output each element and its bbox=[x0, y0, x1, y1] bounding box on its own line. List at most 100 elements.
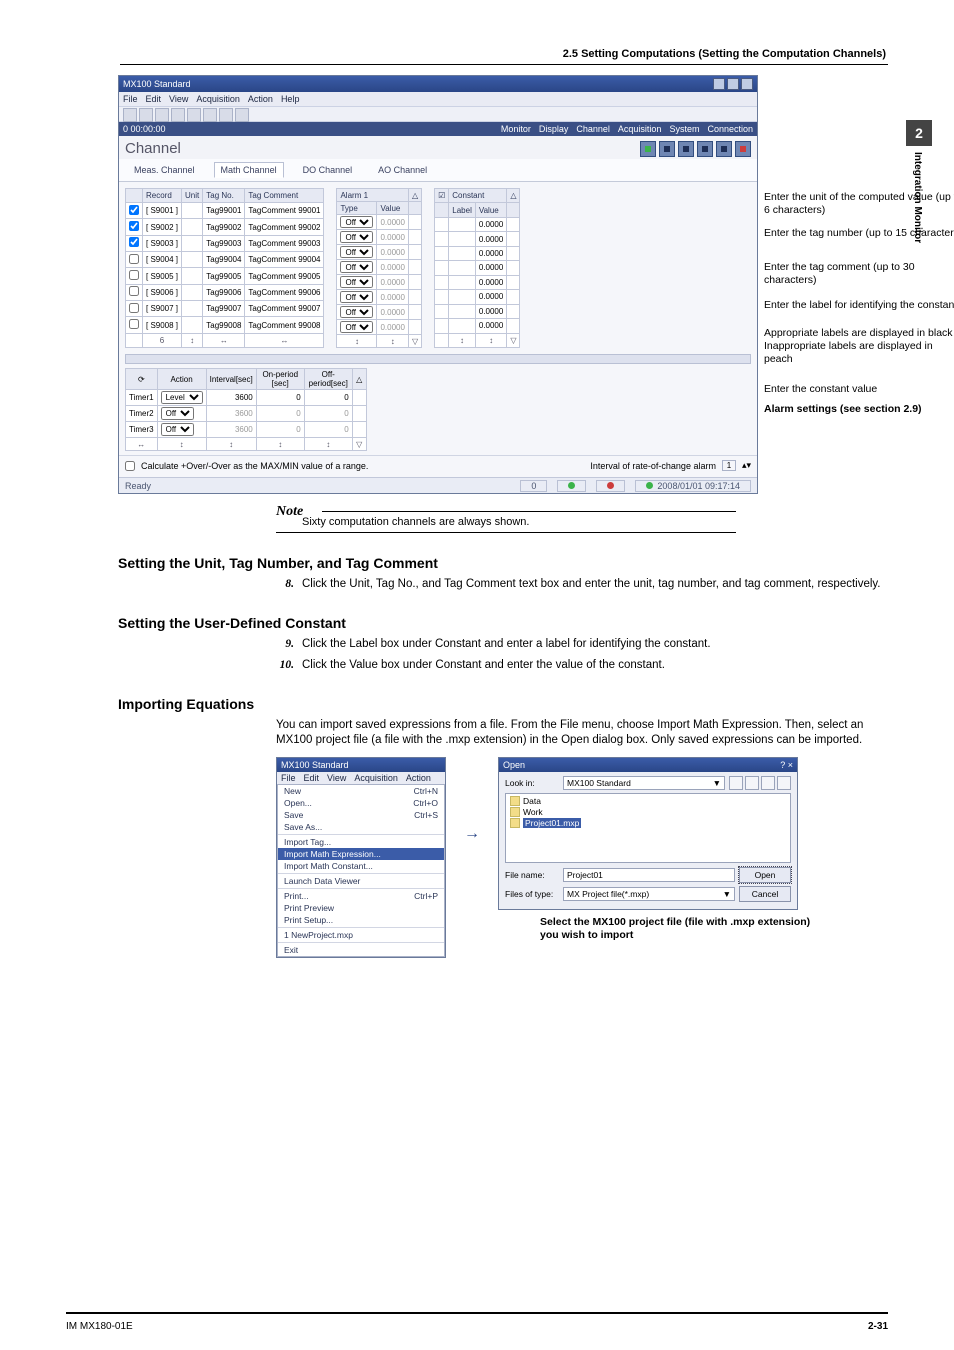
alarm-value-cell[interactable]: 0.0000 bbox=[377, 230, 408, 245]
constant-label-cell[interactable] bbox=[449, 217, 476, 231]
alarm-type-cell[interactable]: Off bbox=[337, 260, 377, 275]
unit-cell[interactable] bbox=[182, 252, 203, 268]
tab-meas-channel[interactable]: Meas. Channel bbox=[127, 162, 202, 178]
menu-edit[interactable]: Edit bbox=[146, 94, 162, 104]
state-acquisition[interactable]: Acquisition bbox=[618, 124, 662, 134]
open-icon[interactable] bbox=[139, 108, 153, 122]
tagcomment-cell[interactable]: TagComment 99005 bbox=[245, 268, 324, 284]
menu-item[interactable]: Launch Data Viewer bbox=[278, 875, 444, 887]
menu-acquisition[interactable]: Acquisition bbox=[354, 773, 398, 783]
rec-icon[interactable] bbox=[697, 141, 713, 157]
open-button[interactable]: Open bbox=[739, 867, 791, 883]
menu-item[interactable]: Open...Ctrl+O bbox=[278, 797, 444, 809]
tagno-cell[interactable]: Tag99003 bbox=[203, 235, 245, 251]
hscrollbar[interactable] bbox=[125, 354, 751, 364]
file-item[interactable]: Work bbox=[510, 807, 786, 817]
alarm-value-cell[interactable]: 0.0000 bbox=[377, 215, 408, 230]
constant-label-cell[interactable] bbox=[449, 275, 476, 289]
save-icon[interactable] bbox=[155, 108, 169, 122]
tagcomment-cell[interactable]: TagComment 99007 bbox=[245, 301, 324, 317]
rate-value[interactable]: 1 bbox=[722, 460, 736, 471]
timer-on[interactable]: 0 bbox=[256, 406, 304, 422]
tagno-cell[interactable]: Tag99002 bbox=[203, 219, 245, 235]
menu-item[interactable]: Import Math Expression... bbox=[278, 848, 444, 860]
menu-item[interactable]: Import Tag... bbox=[278, 836, 444, 848]
timer-on[interactable]: 0 bbox=[256, 422, 304, 438]
alarm-type-cell[interactable]: Off bbox=[337, 275, 377, 290]
tagno-cell[interactable]: Tag99008 bbox=[203, 317, 245, 333]
tagno-cell[interactable]: Tag99005 bbox=[203, 268, 245, 284]
menu-action[interactable]: Action bbox=[406, 773, 431, 783]
tab-math-channel[interactable]: Math Channel bbox=[214, 162, 284, 178]
timer-action[interactable]: Off bbox=[157, 422, 206, 438]
rec-icon[interactable] bbox=[735, 141, 751, 157]
record-checkbox[interactable] bbox=[129, 303, 139, 313]
alarm-value-cell[interactable]: 0.0000 bbox=[377, 245, 408, 260]
record-checkbox[interactable] bbox=[129, 205, 139, 215]
filetype-combo[interactable]: MX Project file(*.mxp)▼ bbox=[563, 887, 735, 901]
view-icon[interactable] bbox=[777, 776, 791, 790]
state-monitor[interactable]: Monitor bbox=[501, 124, 531, 134]
state-system[interactable]: System bbox=[669, 124, 699, 134]
constant-value-cell[interactable]: 0.0000 bbox=[475, 319, 506, 333]
tagcomment-cell[interactable]: TagComment 99006 bbox=[245, 284, 324, 300]
alarm-type-cell[interactable]: Off bbox=[337, 215, 377, 230]
timer-action[interactable]: Off bbox=[157, 406, 206, 422]
alarm-type-cell[interactable]: Off bbox=[337, 320, 377, 335]
timer-interval[interactable]: 3600 bbox=[206, 406, 256, 422]
open-help-close[interactable]: ? × bbox=[780, 760, 793, 770]
rate-stepper[interactable]: ▴▾ bbox=[742, 460, 751, 471]
constant-label-cell[interactable] bbox=[449, 290, 476, 304]
rec-icon[interactable] bbox=[716, 141, 732, 157]
menu-view[interactable]: View bbox=[169, 94, 188, 104]
tagno-cell[interactable]: Tag99007 bbox=[203, 301, 245, 317]
lookin-combo[interactable]: MX100 Standard▼ bbox=[563, 776, 725, 790]
timer-on[interactable]: 0 bbox=[256, 390, 304, 406]
menu-file[interactable]: File bbox=[123, 94, 138, 104]
file-item[interactable]: Data bbox=[510, 796, 786, 806]
menu-item[interactable]: Print Setup... bbox=[278, 914, 444, 926]
menu-action[interactable]: Action bbox=[248, 94, 273, 104]
menu-edit[interactable]: Edit bbox=[304, 773, 320, 783]
record-checkbox[interactable] bbox=[129, 254, 139, 264]
newfolder-icon[interactable] bbox=[761, 776, 775, 790]
alarm-value-cell[interactable]: 0.0000 bbox=[377, 320, 408, 335]
record-checkbox[interactable] bbox=[129, 286, 139, 296]
unit-cell[interactable] bbox=[182, 317, 203, 333]
menu-item[interactable]: 1 NewProject.mxp bbox=[278, 929, 444, 941]
menu-item[interactable]: Print Preview bbox=[278, 902, 444, 914]
constant-label-cell[interactable] bbox=[449, 246, 476, 260]
state-connection[interactable]: Connection bbox=[707, 124, 753, 134]
alarm-value-cell[interactable]: 0.0000 bbox=[377, 305, 408, 320]
find-icon[interactable] bbox=[219, 108, 233, 122]
record-checkbox[interactable] bbox=[129, 270, 139, 280]
constant-value-cell[interactable]: 0.0000 bbox=[475, 217, 506, 231]
rec-icon[interactable] bbox=[640, 141, 656, 157]
tagcomment-cell[interactable]: TagComment 99002 bbox=[245, 219, 324, 235]
help-icon[interactable] bbox=[235, 108, 249, 122]
desktop-icon[interactable] bbox=[745, 776, 759, 790]
tagcomment-cell[interactable]: TagComment 99001 bbox=[245, 203, 324, 219]
alarm-value-cell[interactable]: 0.0000 bbox=[377, 275, 408, 290]
calc-checkbox[interactable] bbox=[125, 461, 135, 471]
constant-value-cell[interactable]: 0.0000 bbox=[475, 304, 506, 318]
timer-off[interactable]: 0 bbox=[304, 390, 352, 406]
unit-cell[interactable] bbox=[182, 284, 203, 300]
rec-icon[interactable] bbox=[659, 141, 675, 157]
cut-icon[interactable] bbox=[171, 108, 185, 122]
constant-label-cell[interactable] bbox=[449, 261, 476, 275]
tagcomment-cell[interactable]: TagComment 99008 bbox=[245, 317, 324, 333]
file-list[interactable]: DataWorkProject01.mxp bbox=[505, 793, 791, 863]
menu-item[interactable]: Print...Ctrl+P bbox=[278, 890, 444, 902]
tab-ao-channel[interactable]: AO Channel bbox=[371, 162, 434, 178]
record-checkbox[interactable] bbox=[129, 237, 139, 247]
timer-interval[interactable]: 3600 bbox=[206, 422, 256, 438]
menu-item[interactable]: Import Math Constant... bbox=[278, 860, 444, 872]
menu-item[interactable]: NewCtrl+N bbox=[278, 785, 444, 797]
constant-value-cell[interactable]: 0.0000 bbox=[475, 232, 506, 246]
unit-cell[interactable] bbox=[182, 219, 203, 235]
record-checkbox[interactable] bbox=[129, 221, 139, 231]
state-channel[interactable]: Channel bbox=[576, 124, 610, 134]
unit-cell[interactable] bbox=[182, 268, 203, 284]
paste-icon[interactable] bbox=[203, 108, 217, 122]
